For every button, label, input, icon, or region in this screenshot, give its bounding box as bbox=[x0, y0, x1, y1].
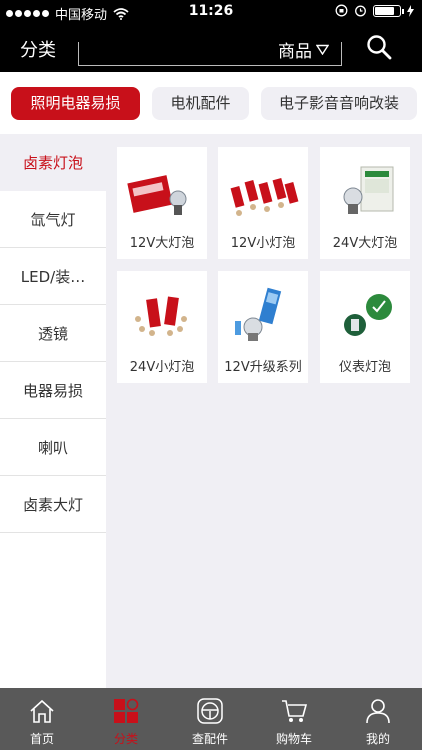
tab-find-parts-label: 查配件 bbox=[191, 732, 228, 746]
product-image bbox=[135, 296, 187, 336]
tab-cart-label: 购物车 bbox=[275, 732, 312, 746]
product-label: 12V大灯泡 bbox=[129, 236, 195, 251]
product-label: 12V小灯泡 bbox=[230, 236, 296, 251]
orientation-lock-icon bbox=[335, 4, 348, 17]
category-sidebar: 卤素灯泡 氙气灯 LED/装… 透镜 电器易损 喇叭 卤素大灯 bbox=[0, 134, 106, 688]
sidebar-item-halogen-headlamp[interactable]: 卤素大灯 bbox=[0, 476, 106, 533]
product-card[interactable]: 24V大灯泡 bbox=[320, 147, 410, 259]
user-icon bbox=[366, 699, 390, 724]
charging-icon bbox=[407, 4, 414, 17]
product-image bbox=[343, 166, 394, 214]
bottom-tab-bar: 首页 分类 查配件 购物车 我的 bbox=[0, 688, 422, 750]
page-title: 分类 bbox=[20, 40, 56, 61]
triangle-down-icon bbox=[316, 44, 329, 55]
product-card[interactable]: 仪表灯泡 bbox=[320, 271, 410, 383]
battery-icon bbox=[373, 4, 404, 17]
header: 分类 商品 bbox=[0, 24, 422, 72]
sidebar-item-led[interactable]: LED/装… bbox=[0, 248, 106, 305]
sidebar-item-halogen-bulb[interactable]: 卤素灯泡 bbox=[0, 134, 106, 191]
tab-category[interactable]: 分类 bbox=[84, 688, 168, 750]
status-bar: 中国移动 11:26 bbox=[0, 0, 422, 24]
tab-motor-parts[interactable]: 电机配件 bbox=[152, 87, 249, 120]
tab-profile-label: 我的 bbox=[365, 732, 390, 746]
product-image bbox=[127, 175, 187, 215]
category-icon bbox=[114, 698, 139, 723]
product-image bbox=[235, 287, 282, 341]
alarm-icon bbox=[355, 5, 366, 17]
sidebar-item-electrical-consumables[interactable]: 电器易损 bbox=[0, 362, 106, 419]
tab-cart[interactable]: 购物车 bbox=[252, 688, 336, 750]
product-card[interactable]: 12V升级系列 bbox=[218, 271, 308, 383]
tab-home[interactable]: 首页 bbox=[0, 688, 84, 750]
product-label: 24V小灯泡 bbox=[129, 360, 195, 375]
tab-home-label: 首页 bbox=[29, 732, 54, 746]
sidebar-item-lens[interactable]: 透镜 bbox=[0, 305, 106, 362]
product-label: 12V升级系列 bbox=[224, 360, 302, 375]
steering-wheel-icon bbox=[197, 698, 223, 724]
tab-find-parts[interactable]: 查配件 bbox=[168, 688, 252, 750]
cart-icon bbox=[282, 700, 307, 722]
tab-profile[interactable]: 我的 bbox=[336, 688, 420, 750]
tab-category-label: 分类 bbox=[113, 732, 138, 746]
search-scope-dropdown[interactable]: 商品 bbox=[278, 37, 329, 62]
sidebar-item-xenon-lamp[interactable]: 氙气灯 bbox=[0, 191, 106, 248]
home-icon bbox=[30, 699, 54, 723]
sidebar-item-horn[interactable]: 喇叭 bbox=[0, 419, 106, 476]
category-tabs: 照明电器易损 电机配件 电子影音音响改装 bbox=[0, 72, 422, 134]
search-scope-label: 商品 bbox=[278, 42, 312, 62]
product-image bbox=[230, 178, 299, 216]
tab-audio-video-mods[interactable]: 电子影音音响改装 bbox=[261, 87, 417, 120]
product-image bbox=[344, 294, 392, 336]
product-label: 仪表灯泡 bbox=[338, 360, 391, 375]
product-card[interactable]: 24V小灯泡 bbox=[117, 271, 207, 383]
product-card[interactable]: 12V大灯泡 bbox=[117, 147, 207, 259]
product-card[interactable]: 12V小灯泡 bbox=[218, 147, 308, 259]
tab-lighting-consumables[interactable]: 照明电器易损 bbox=[11, 87, 140, 120]
search-icon[interactable] bbox=[366, 34, 392, 60]
product-label: 24V大灯泡 bbox=[332, 236, 398, 251]
